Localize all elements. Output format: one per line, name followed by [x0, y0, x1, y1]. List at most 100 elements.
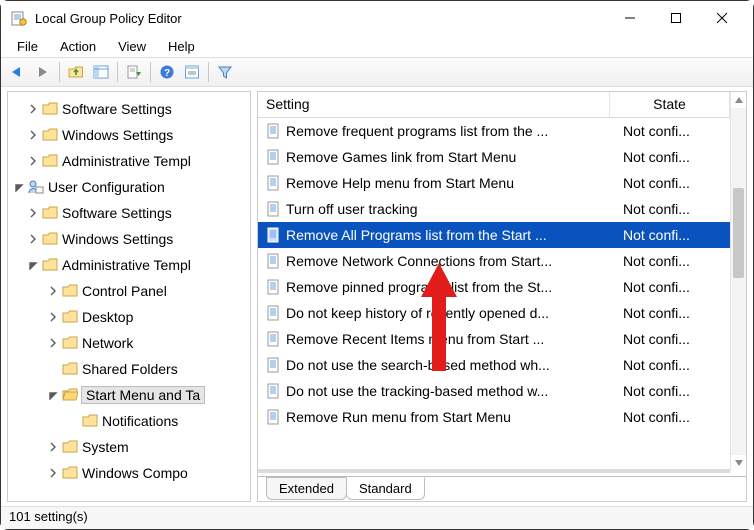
toolbar: ? [1, 57, 753, 87]
tab-extended[interactable]: Extended [266, 477, 347, 500]
list-pane: Setting State Remove frequent programs l… [257, 91, 747, 502]
setting-state: Not confi... [617, 149, 730, 165]
setting-row[interactable]: Remove Run menu from Start MenuNot confi… [258, 404, 746, 430]
tree-node-windows-settings-2[interactable]: Windows Settings [8, 226, 250, 252]
policy-icon [266, 253, 282, 269]
menu-view[interactable]: View [108, 37, 156, 56]
user-config-icon [28, 179, 44, 195]
tree-node-control-panel[interactable]: Control Panel [8, 278, 250, 304]
setting-row[interactable]: Remove All Programs list from the Start … [258, 222, 746, 248]
folder-icon [82, 413, 98, 429]
setting-row[interactable]: Remove Help menu from Start MenuNot conf… [258, 170, 746, 196]
col-setting[interactable]: Setting [258, 92, 610, 117]
policy-icon [266, 383, 282, 399]
setting-state: Not confi... [617, 409, 730, 425]
tree-label: Windows Compo [82, 465, 192, 481]
setting-row[interactable]: Remove frequent programs list from the .… [258, 118, 746, 144]
scroll-down-button[interactable] [731, 455, 746, 471]
col-state[interactable]: State [610, 92, 730, 117]
tree-label: Administrative Templ [62, 153, 195, 169]
menu-action[interactable]: Action [50, 37, 106, 56]
tree-node-system[interactable]: System [8, 434, 250, 460]
tree-node-desktop[interactable]: Desktop [8, 304, 250, 330]
setting-row[interactable]: Remove pinned programs list from the St.… [258, 274, 746, 300]
tree-label: Network [82, 335, 137, 351]
tree-node-network[interactable]: Network [8, 330, 250, 356]
menu-file[interactable]: File [7, 37, 48, 56]
setting-row[interactable]: Remove Recent Items menu from Start ...N… [258, 326, 746, 352]
policy-icon [266, 357, 282, 373]
tree-label: Windows Settings [62, 127, 177, 143]
policy-icon [266, 279, 282, 295]
help-button[interactable]: ? [156, 61, 178, 83]
tree-label: Windows Settings [62, 231, 177, 247]
setting-row[interactable]: Remove Games link from Start MenuNot con… [258, 144, 746, 170]
setting-state: Not confi... [617, 123, 730, 139]
up-folder-button[interactable] [65, 61, 87, 83]
setting-row[interactable]: Do not use the tracking-based method w..… [258, 378, 746, 404]
scroll-up-button[interactable] [731, 92, 746, 108]
setting-name: Remove Run menu from Start Menu [286, 409, 616, 425]
scroll-thumb[interactable] [733, 188, 744, 278]
setting-name: Remove Games link from Start Menu [286, 149, 616, 165]
back-button[interactable] [7, 61, 29, 83]
app-icon [11, 10, 27, 26]
tree-node-windows-settings[interactable]: Windows Settings [8, 122, 250, 148]
setting-name: Turn off user tracking [286, 201, 616, 217]
setting-state: Not confi... [617, 279, 730, 295]
export-list-button[interactable] [123, 61, 145, 83]
folder-icon [62, 465, 78, 481]
setting-row[interactable]: Remove Network Connections from Start...… [258, 248, 746, 274]
toolbar-separator [150, 62, 151, 82]
tree-node-notifications[interactable]: Notifications [8, 408, 250, 434]
tree-pane[interactable]: Software Settings Windows Settings Admin… [7, 91, 251, 502]
tree-node-software-settings-2[interactable]: Software Settings [8, 200, 250, 226]
title-bar: Local Group Policy Editor [1, 1, 753, 35]
setting-name: Do not use the tracking-based method w..… [286, 383, 616, 399]
tree-node-software-settings[interactable]: Software Settings [8, 96, 250, 122]
tree-node-start-menu[interactable]: Start Menu and Ta [8, 382, 250, 408]
tree-node-admin-templates[interactable]: Administrative Templ [8, 148, 250, 174]
folder-icon [62, 439, 78, 455]
toolbar-separator [117, 62, 118, 82]
setting-name: Do not use the search-based method wh... [286, 357, 616, 373]
show-tree-button[interactable] [90, 61, 112, 83]
policy-icon [266, 305, 282, 321]
scroll-track[interactable] [731, 108, 746, 455]
setting-state: Not confi... [617, 357, 730, 373]
setting-name: Remove Recent Items menu from Start ... [286, 331, 616, 347]
policy-icon [266, 201, 282, 217]
folder-icon [62, 283, 78, 299]
setting-state: Not confi... [617, 253, 730, 269]
maximize-button[interactable] [653, 3, 699, 33]
tree-node-admin-templates-2[interactable]: Administrative Templ [8, 252, 250, 278]
filter-button[interactable] [214, 61, 236, 83]
setting-name: Remove All Programs list from the Start … [286, 227, 616, 243]
toolbar-separator [59, 62, 60, 82]
setting-state: Not confi... [617, 201, 730, 217]
tab-standard[interactable]: Standard [346, 477, 425, 500]
vertical-scrollbar[interactable] [730, 92, 746, 471]
tree-node-windows-components[interactable]: Windows Compo [8, 460, 250, 486]
tree-label: Administrative Templ [62, 257, 195, 273]
setting-name: Remove Network Connections from Start... [286, 253, 616, 269]
setting-row[interactable]: Do not use the search-based method wh...… [258, 352, 746, 378]
column-headers[interactable]: Setting State [258, 92, 746, 118]
setting-row[interactable]: Do not keep history of recently opened d… [258, 300, 746, 326]
menu-help[interactable]: Help [158, 37, 205, 56]
setting-state: Not confi... [617, 227, 730, 243]
tree-node-user-config[interactable]: User Configuration [8, 174, 250, 200]
properties-button[interactable] [181, 61, 203, 83]
svg-text:?: ? [164, 68, 170, 79]
tree-node-shared-folders[interactable]: Shared Folders [8, 356, 250, 382]
close-button[interactable] [699, 3, 745, 33]
forward-button[interactable] [32, 61, 54, 83]
policy-icon [266, 227, 282, 243]
tree-label: System [82, 439, 133, 455]
tree-label: Desktop [82, 309, 137, 325]
setting-name: Remove Help menu from Start Menu [286, 175, 616, 191]
status-count: 101 setting(s) [9, 509, 88, 524]
minimize-button[interactable] [607, 3, 653, 33]
tree-label: Control Panel [82, 283, 171, 299]
setting-row[interactable]: Turn off user trackingNot confi... [258, 196, 746, 222]
